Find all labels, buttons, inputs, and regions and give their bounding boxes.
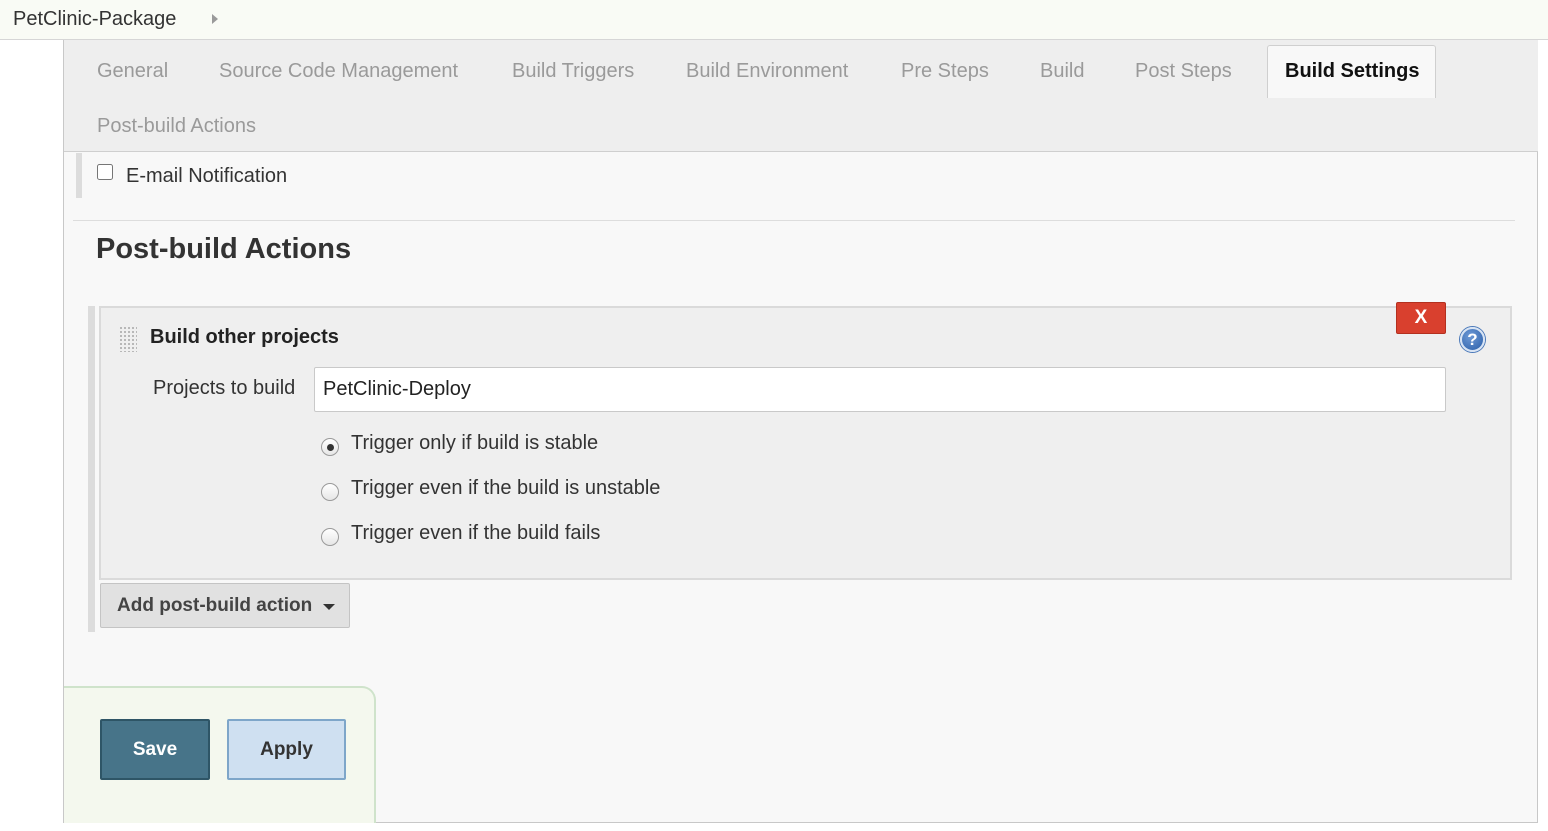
section-divider bbox=[73, 220, 1515, 221]
radio-trigger-unstable[interactable] bbox=[321, 483, 339, 501]
radio-trigger-fails[interactable] bbox=[321, 528, 339, 546]
section-indent-bar bbox=[76, 153, 82, 198]
radio-label-trigger-stable[interactable]: Trigger only if build is stable bbox=[351, 432, 598, 455]
email-notification-checkbox[interactable] bbox=[97, 164, 113, 180]
config-container: General Source Code Management Build Tri… bbox=[63, 40, 1538, 823]
projects-to-build-label: Projects to build bbox=[153, 377, 296, 399]
email-notification-label[interactable]: E-mail Notification bbox=[126, 165, 287, 188]
help-icon[interactable]: ? bbox=[1460, 327, 1485, 352]
post-build-actions-heading: Post-build Actions bbox=[96, 233, 352, 265]
tab-build-settings[interactable]: Build Settings bbox=[1267, 45, 1437, 98]
add-post-build-action-button[interactable]: Add post-build action bbox=[100, 583, 350, 628]
breadcrumb: PetClinic-Package bbox=[0, 0, 1548, 40]
tab-build[interactable]: Build bbox=[1040, 60, 1084, 83]
radio-label-trigger-unstable[interactable]: Trigger even if the build is unstable bbox=[351, 477, 660, 500]
tab-build-environment[interactable]: Build Environment bbox=[686, 60, 848, 83]
panel-title: Build other projects bbox=[150, 326, 339, 348]
tab-post-build-actions[interactable]: Post-build Actions bbox=[97, 115, 256, 138]
config-tab-bar: General Source Code Management Build Tri… bbox=[64, 40, 1538, 152]
tab-pre-steps[interactable]: Pre Steps bbox=[901, 60, 989, 83]
projects-to-build-input[interactable] bbox=[314, 367, 1446, 412]
add-post-build-action-label: Add post-build action bbox=[117, 595, 313, 616]
caret-down-icon bbox=[323, 604, 335, 610]
tab-source-code-management[interactable]: Source Code Management bbox=[219, 60, 458, 83]
panel-indent-bar bbox=[88, 306, 95, 632]
save-button[interactable]: Save bbox=[100, 719, 210, 780]
tab-build-triggers[interactable]: Build Triggers bbox=[512, 60, 634, 83]
delete-action-button[interactable]: X bbox=[1396, 302, 1446, 334]
chevron-right-icon[interactable] bbox=[212, 14, 218, 24]
tab-post-steps[interactable]: Post Steps bbox=[1135, 60, 1232, 83]
radio-label-trigger-fails[interactable]: Trigger even if the build fails bbox=[351, 522, 600, 545]
apply-button[interactable]: Apply bbox=[227, 719, 346, 780]
tab-general[interactable]: General bbox=[97, 60, 168, 83]
radio-trigger-stable[interactable] bbox=[321, 438, 339, 456]
breadcrumb-project-link[interactable]: PetClinic-Package bbox=[13, 8, 176, 31]
drag-handle-icon[interactable] bbox=[119, 326, 137, 352]
